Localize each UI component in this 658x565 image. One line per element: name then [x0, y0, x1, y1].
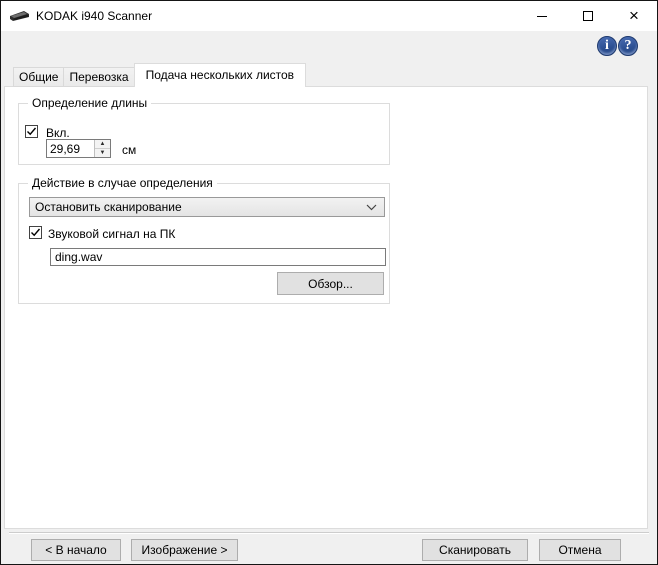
footer-separator [9, 532, 649, 534]
maximize-button[interactable] [565, 1, 611, 31]
check-icon [31, 228, 41, 237]
spin-up-button[interactable]: ▲ [95, 140, 110, 149]
spin-down-button[interactable]: ▼ [95, 149, 110, 157]
maximize-icon [583, 11, 593, 21]
sound-file-input[interactable] [50, 248, 386, 266]
cancel-button[interactable]: Отмена [539, 539, 621, 561]
length-detection-group-title: Определение длины [28, 96, 152, 110]
back-button[interactable]: < В начало [31, 539, 121, 561]
close-button[interactable]: × [611, 1, 657, 31]
tab-multifeed[interactable]: Подача нескольких листов [133, 63, 307, 87]
spin-down-icon: ▼ [99, 150, 106, 156]
length-spin-buttons: ▲ ▼ [94, 140, 110, 157]
help-icon[interactable]: ? [618, 36, 638, 56]
window-controls: × [519, 1, 657, 31]
minimize-button[interactable] [519, 1, 565, 31]
scanner-app-icon [10, 11, 29, 21]
length-value-input[interactable] [47, 140, 94, 157]
scan-button[interactable]: Сканировать [422, 539, 528, 561]
header-icon-group: i ? [597, 36, 638, 56]
beep-checkbox[interactable] [29, 226, 42, 239]
length-spinner: ▲ ▼ [46, 139, 111, 158]
close-icon: × [629, 5, 639, 25]
length-detection-enable-checkbox[interactable] [25, 125, 38, 138]
title-bar[interactable]: KODAK i940 Scanner × [1, 1, 657, 31]
help-icon-glyph: ? [624, 38, 632, 53]
tab-transport[interactable]: Перевозка [63, 67, 135, 87]
window-title: KODAK i940 Scanner [36, 9, 153, 23]
browse-button[interactable]: Обзор... [277, 272, 384, 295]
chevron-down-icon [366, 204, 377, 210]
multifeed-tab-panel: Определение длины Вкл. ▲ ▼ см [4, 86, 648, 529]
length-detection-group: Определение длины Вкл. ▲ ▼ см [18, 96, 390, 165]
action-dropdown-value: Остановить сканирование [35, 200, 182, 214]
spin-up-icon: ▲ [99, 141, 106, 147]
scanner-settings-window: KODAK i940 Scanner × i ? Общие Перевозка… [0, 0, 658, 565]
tab-general[interactable]: Общие [13, 67, 65, 87]
info-icon[interactable]: i [597, 36, 617, 56]
check-icon [27, 127, 37, 136]
info-icon-glyph: i [605, 38, 609, 53]
length-detection-enable-label: Вкл. [46, 126, 70, 140]
detection-action-group-title: Действие в случае определения [28, 176, 217, 190]
minimize-icon [537, 15, 547, 17]
image-button[interactable]: Изображение > [131, 539, 238, 561]
length-unit-label: см [122, 143, 137, 157]
beep-checkbox-label: Звуковой сигнал на ПК [48, 227, 176, 241]
action-dropdown[interactable]: Остановить сканирование [29, 197, 385, 217]
tab-bar: Общие Перевозка Подача нескольких листов [4, 63, 307, 87]
detection-action-group: Действие в случае определения Остановить… [18, 176, 390, 304]
